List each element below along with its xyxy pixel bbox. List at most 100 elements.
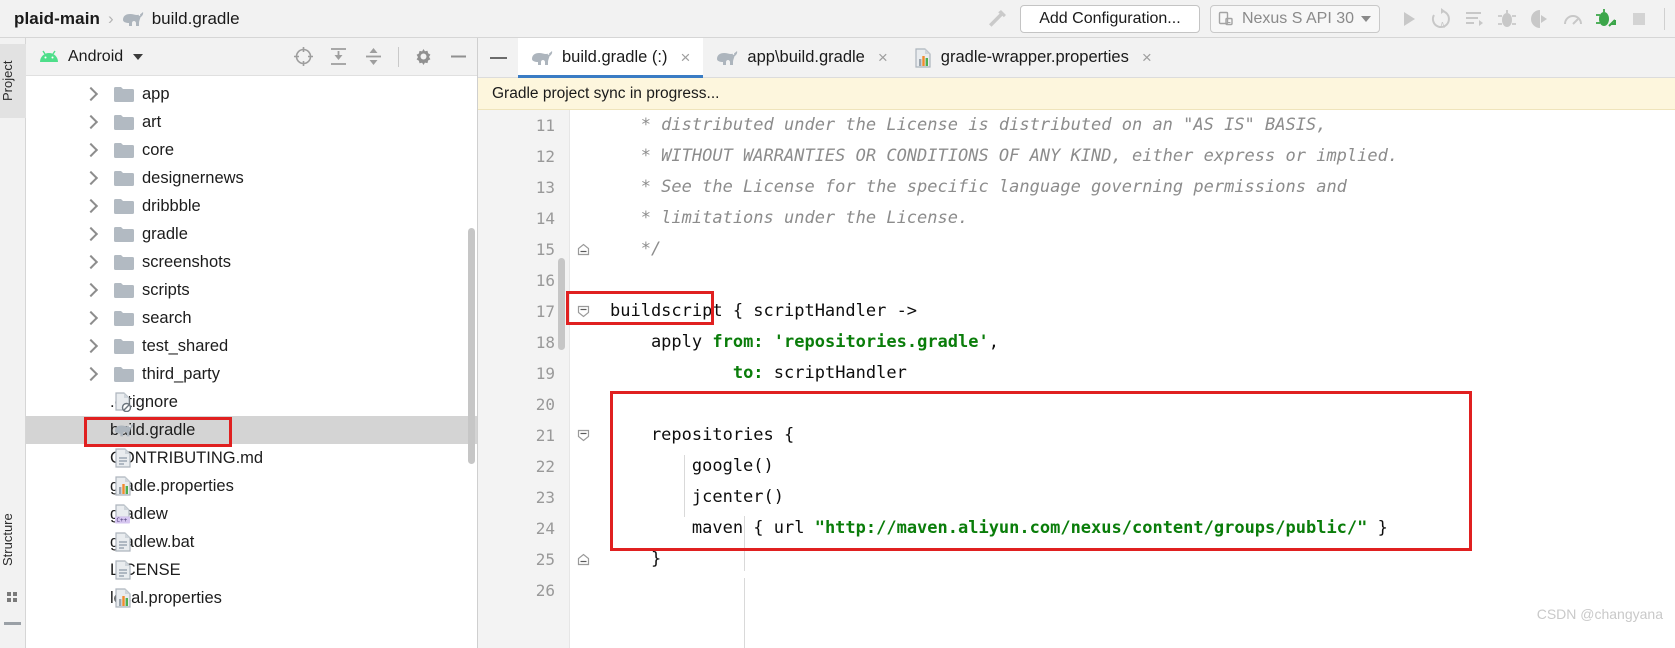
tree-item[interactable]: CONTRIBUTING.md [26,444,477,472]
code-line[interactable] [598,389,1675,420]
chevron-down-icon[interactable] [133,53,144,60]
fold-end-icon[interactable] [577,553,590,566]
fold-collapse-icon[interactable] [577,429,590,442]
close-icon[interactable]: × [1142,48,1152,68]
toolbar-actions: Add Configuration... Nexus S API 30 A [984,4,1675,33]
close-icon[interactable]: × [680,48,690,68]
run-icon[interactable] [1396,7,1420,31]
tree-item[interactable]: C++ gradlew [26,500,477,528]
close-icon[interactable]: × [878,48,888,68]
sync-gradle-icon[interactable] [1594,7,1618,31]
editor-tab[interactable]: app\build.gradle × [703,38,900,77]
tree-item-label: search [142,308,192,327]
favorites-icon[interactable] [7,590,18,602]
tree-item-label: third_party [142,364,220,383]
collapse-all-icon[interactable] [363,46,384,67]
code-line[interactable] [598,265,1675,296]
tree-item[interactable]: core [26,136,477,164]
rail-tab-structure[interactable]: Structure [0,498,26,582]
apply-code-changes-icon[interactable] [1462,7,1486,31]
code-line[interactable]: * distributed under the License is distr… [598,110,1675,141]
code-line[interactable]: } [598,544,1675,575]
code-token: from: [712,332,764,352]
code-line[interactable] [598,575,1675,606]
chevron-right-icon[interactable] [83,198,99,214]
chevron-right-icon[interactable] [83,170,99,186]
tree-item[interactable]: .gitignore [26,388,477,416]
chevron-right-icon[interactable] [83,142,99,158]
code-line[interactable]: * WITHOUT WARRANTIES OR CONDITIONS OF AN… [598,141,1675,172]
line-number: 25 [535,550,555,569]
code-content[interactable]: * distributed under the License is distr… [598,110,1675,648]
tree-item[interactable]: test_shared [26,332,477,360]
code-line[interactable]: apply from: 'repositories.gradle', [598,327,1675,358]
expand-all-icon[interactable] [328,46,349,67]
chevron-right-icon[interactable] [83,366,99,382]
tree-item-label: gradle [142,224,188,243]
chevron-right-icon[interactable] [83,226,99,242]
editor-scrollbar[interactable] [558,258,565,350]
line-number: 26 [535,581,555,600]
breadcrumb-project[interactable]: plaid-main [14,9,100,29]
gradle-elephant-icon [716,50,738,66]
fold-end-icon[interactable] [577,243,590,256]
stop-icon[interactable] [1627,7,1651,31]
tree-item[interactable]: gradle.properties [26,472,477,500]
breadcrumb-file[interactable]: build.gradle [152,9,240,29]
attach-debugger-icon[interactable] [1528,7,1552,31]
code-line[interactable]: repositories { [598,420,1675,451]
chevron-right-icon[interactable] [83,338,99,354]
tree-item[interactable]: search [26,304,477,332]
code-line[interactable]: * See the License for the specific langu… [598,172,1675,203]
settings-gear-icon[interactable] [413,46,434,67]
tree-item[interactable]: LICENSE [26,556,477,584]
chevron-right-icon[interactable] [83,86,99,102]
tree-item[interactable]: gradlew.bat [26,528,477,556]
editor-tab[interactable]: gradle-wrapper.properties × [901,38,1165,77]
tree-item[interactable]: screenshots [26,248,477,276]
tree-item[interactable]: art [26,108,477,136]
tree-item[interactable]: dribbble [26,192,477,220]
code-token: 'repositories.gradle' [773,332,989,352]
tree-item[interactable]: designernews [26,164,477,192]
rail-tab-project[interactable]: Project [0,44,26,118]
editor-tab-active[interactable]: build.gradle (:) × [518,38,704,78]
chevron-right-icon[interactable] [83,114,99,130]
hammer-icon[interactable] [984,6,1010,32]
chevron-right-icon[interactable] [83,254,99,270]
select-opened-file-icon[interactable] [293,46,314,67]
add-configuration-button[interactable]: Add Configuration... [1019,4,1200,33]
device-selector[interactable]: Nexus S API 30 [1209,4,1380,33]
code-viewport[interactable]: 11 12 13 14 15 16 17 18 19 20 21 22 23 24 25 26 * distr… [478,110,1675,648]
chevron-right-icon[interactable] [83,310,99,326]
properties-file-icon [914,47,932,68]
code-token: */ [610,239,662,259]
code-line[interactable]: google() [598,451,1675,482]
code-line[interactable]: to: scriptHandler [598,358,1675,389]
hide-panel-icon[interactable] [448,46,469,67]
breadcrumb: plaid-main › build.gradle [0,9,240,29]
tree-item[interactable]: local.properties [26,584,477,612]
code-line[interactable]: * limitations under the License. [598,203,1675,234]
code-line[interactable]: */ [598,234,1675,265]
profiler-icon[interactable] [1561,7,1585,31]
code-line[interactable]: jcenter() [598,482,1675,513]
hide-editor-tabs-icon[interactable] [478,38,518,77]
apply-changes-icon[interactable]: A [1429,7,1453,31]
code-line[interactable]: buildscript { scriptHandler -> [598,296,1675,327]
tree-item[interactable]: gradle [26,220,477,248]
tree-item[interactable]: third_party [26,360,477,388]
project-tree[interactable]: app art core designernews dribbble gradle scre… [26,76,477,648]
chevron-right-icon[interactable] [83,282,99,298]
project-view-title: Android [68,47,124,65]
indent-guide [744,578,745,648]
project-panel-scrollbar[interactable] [468,228,475,464]
code-folding-column[interactable] [570,110,598,648]
tree-item-selected[interactable]: build.gradle [26,416,477,444]
fold-collapse-icon[interactable] [577,305,590,318]
tree-item[interactable]: app [26,80,477,108]
tree-item[interactable]: scripts [26,276,477,304]
code-token: } [1367,518,1388,538]
debug-icon[interactable] [1495,7,1519,31]
code-line[interactable]: maven { url "http://maven.aliyun.com/nex… [598,513,1675,544]
